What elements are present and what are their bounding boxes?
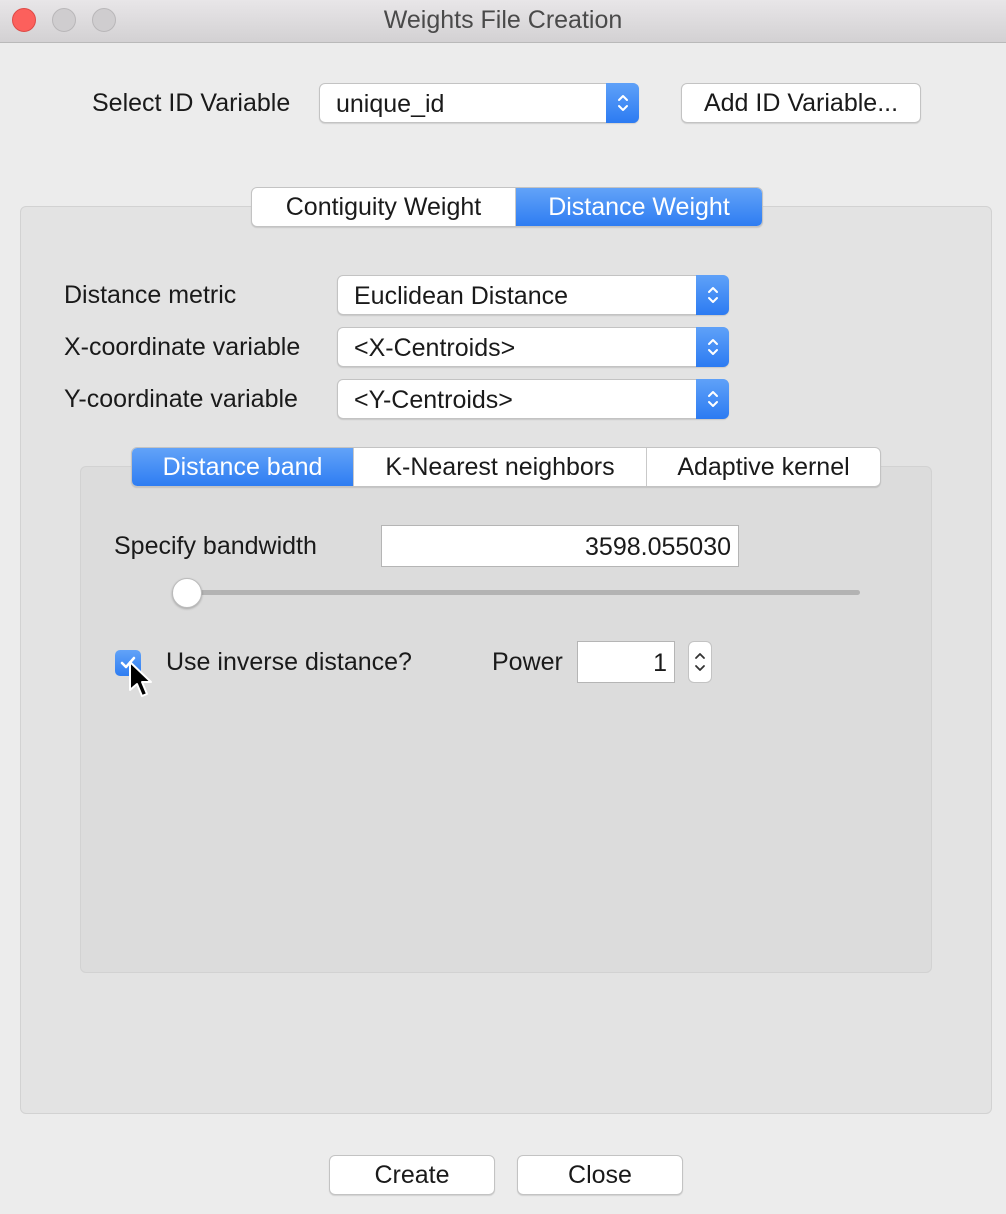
power-stepper[interactable] xyxy=(688,641,712,683)
method-tabs: Distance band K-Nearest neighbors Adapti… xyxy=(131,447,881,487)
power-label: Power xyxy=(492,648,563,676)
bandwidth-input[interactable]: 3598.055030 xyxy=(381,525,739,567)
id-variable-value: unique_id xyxy=(336,90,445,118)
add-id-variable-button[interactable]: Add ID Variable... xyxy=(681,83,921,123)
up-down-chevron-icon xyxy=(606,83,639,123)
create-button[interactable]: Create xyxy=(329,1155,495,1195)
up-down-chevron-icon xyxy=(696,379,729,419)
up-down-chevron-icon xyxy=(696,327,729,367)
title-bar: Weights File Creation xyxy=(0,0,1006,43)
y-coordinate-value: <Y-Centroids> xyxy=(354,386,513,414)
weight-type-tabs: Contiguity Weight Distance Weight xyxy=(251,187,763,227)
distance-metric-value: Euclidean Distance xyxy=(354,282,569,310)
up-down-chevron-icon xyxy=(696,275,729,315)
tab-distance-weight[interactable]: Distance Weight xyxy=(516,188,762,226)
id-variable-select[interactable]: unique_id xyxy=(319,83,639,123)
specify-bandwidth-label: Specify bandwidth xyxy=(114,532,317,560)
x-coordinate-label: X-coordinate variable xyxy=(64,333,301,361)
tab-k-nearest-neighbors[interactable]: K-Nearest neighbors xyxy=(354,448,647,486)
tab-distance-band[interactable]: Distance band xyxy=(132,448,354,486)
tab-contiguity-weight[interactable]: Contiguity Weight xyxy=(252,188,516,226)
weights-file-creation-window: Weights File Creation Select ID Variable… xyxy=(0,0,1006,1214)
inverse-distance-label: Use inverse distance? xyxy=(166,648,412,676)
bandwidth-slider-knob[interactable] xyxy=(172,578,202,608)
x-coordinate-value: <X-Centroids> xyxy=(354,334,516,362)
window-title: Weights File Creation xyxy=(383,6,623,34)
bandwidth-slider-track[interactable] xyxy=(172,590,860,595)
mouse-pointer-icon xyxy=(129,661,152,697)
y-coordinate-select[interactable]: <Y-Centroids> xyxy=(337,379,729,419)
up-down-chevron-icon xyxy=(695,653,705,671)
y-coordinate-label: Y-coordinate variable xyxy=(64,385,298,413)
distance-metric-select[interactable]: Euclidean Distance xyxy=(337,275,729,315)
select-id-variable-label: Select ID Variable xyxy=(92,89,291,117)
close-button[interactable]: Close xyxy=(517,1155,683,1195)
distance-metric-label: Distance metric xyxy=(64,281,237,309)
power-input[interactable]: 1 xyxy=(577,641,675,683)
tab-adaptive-kernel[interactable]: Adaptive kernel xyxy=(647,448,880,486)
x-coordinate-select[interactable]: <X-Centroids> xyxy=(337,327,729,367)
